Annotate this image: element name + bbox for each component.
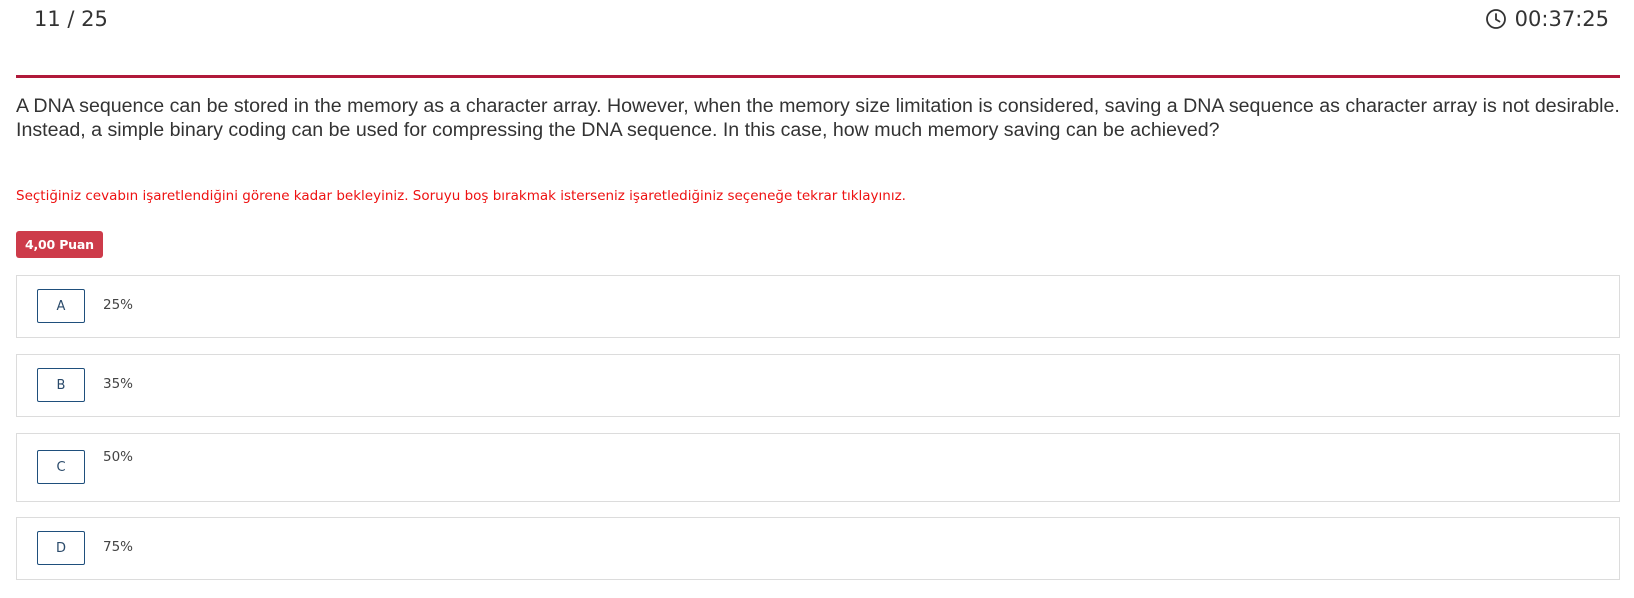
- option-letter-a[interactable]: A: [37, 289, 85, 323]
- points-badge: 4,00 Puan: [16, 231, 103, 258]
- option-text-a: 25%: [103, 297, 134, 313]
- question-progress: 11 / 25: [34, 7, 108, 31]
- answer-option-a[interactable]: A 25%: [16, 275, 1620, 338]
- header-divider: [16, 75, 1620, 78]
- option-letter-c[interactable]: C: [37, 450, 85, 484]
- answer-option-b[interactable]: B 35%: [16, 354, 1620, 417]
- option-text-b: 35%: [103, 376, 134, 392]
- countdown-timer: 00:37:25: [1485, 7, 1609, 31]
- selection-warning: Seçtiğiniz cevabın işaretlendiğini gören…: [16, 188, 906, 204]
- question-text: A DNA sequence can be stored in the memo…: [16, 95, 1620, 141]
- clock-icon: [1485, 8, 1507, 30]
- quiz-page: 11 / 25 00:37:25 A DNA sequence can be s…: [0, 0, 1634, 598]
- answer-option-d[interactable]: D 75%: [16, 517, 1620, 580]
- option-letter-b[interactable]: B: [37, 368, 85, 402]
- option-letter-d[interactable]: D: [37, 531, 85, 565]
- option-text-c: 50%: [103, 449, 134, 465]
- answer-option-c[interactable]: C 50%: [16, 433, 1620, 502]
- option-text-d: 75%: [103, 539, 134, 555]
- quiz-header: 11 / 25 00:37:25: [0, 0, 1634, 40]
- timer-value: 00:37:25: [1514, 7, 1609, 31]
